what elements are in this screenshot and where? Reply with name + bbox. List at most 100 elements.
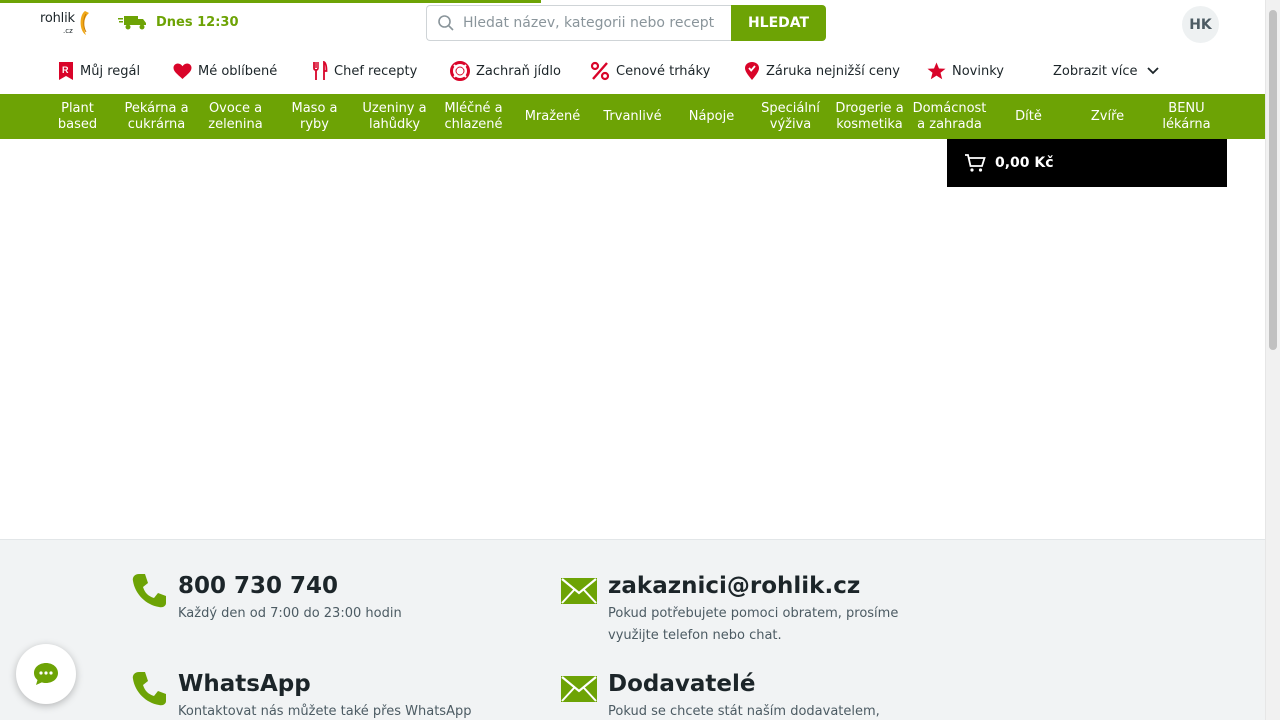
email-description: Pokud potřebujete pomoci obratem, prosím… [608, 606, 899, 643]
category-label-line1: Plant [61, 100, 94, 116]
category-label-line1: Trvanlivé [603, 108, 662, 124]
scrollbar-thumb[interactable] [1269, 10, 1277, 350]
category-drugstore[interactable]: Drogerie a kosmetika [830, 94, 909, 139]
cutlery-icon [313, 61, 328, 80]
phone-icon [132, 672, 166, 706]
category-child[interactable]: Dítě [989, 94, 1068, 139]
nav-label: Chef recepty [334, 63, 418, 79]
category-label-line2: based [57, 116, 98, 132]
email-address: zakaznici@rohlik.cz [608, 573, 861, 599]
category-drinks[interactable]: Nápoje [672, 94, 751, 139]
heart-icon [173, 63, 192, 79]
header: rohlik .cz Dnes 12:30 HLEDAT HK [0, 0, 1265, 48]
phone-icon [132, 574, 166, 608]
category-label-line1: BENU [1168, 100, 1205, 116]
nav-show-more[interactable]: Zobrazit více [1053, 56, 1160, 86]
category-special-nutrition[interactable]: Speciální výživa [751, 94, 830, 139]
delivery-time: Dnes 12:30 [156, 14, 239, 30]
pin-icon [745, 62, 759, 80]
nav-price-deals[interactable]: Cenové trháky [590, 56, 710, 86]
logo[interactable]: rohlik .cz [40, 11, 93, 36]
whatsapp-description: Kontaktovat nás můžete také přes WhatsAp… [178, 704, 472, 719]
search-box [426, 5, 732, 41]
nav-label: Záruka nejnižší ceny [766, 63, 900, 79]
category-label-line1: Uzeniny a [362, 100, 427, 116]
category-pharmacy[interactable]: BENU lékárna [1147, 94, 1226, 139]
nav-label: Mé oblíbené [198, 63, 278, 79]
category-label-line1: Speciální [761, 100, 820, 116]
category-home-garden[interactable]: Domácnost a zahrada [910, 94, 989, 139]
category-label-line1: Pekárna a [124, 100, 189, 116]
category-label-line2: cukrárna [127, 116, 186, 132]
nav-label: Zachraň jídlo [476, 63, 561, 79]
nav-label: Novinky [952, 63, 1004, 79]
category-bakery[interactable]: Pekárna a cukrárna [117, 94, 196, 139]
footer: 800 730 740 Každý den od 7:00 do 23:00 h… [0, 539, 1265, 720]
category-frozen[interactable]: Mražené [513, 94, 592, 139]
avatar[interactable]: HK [1182, 6, 1219, 43]
category-deli[interactable]: Uzeniny a lahůdky [355, 94, 434, 139]
nav-label: Můj regál [80, 63, 141, 79]
category-label-line2: ryby [300, 116, 329, 132]
nav-label: Cenové trháky [616, 63, 711, 79]
category-label-line2: výživa [769, 116, 812, 132]
logo-suffix: .cz [63, 27, 73, 35]
category-label-line2: chlazené [444, 116, 503, 132]
category-pets[interactable]: Zvíře [1068, 94, 1147, 139]
whatsapp-title: WhatsApp [178, 671, 311, 697]
suppliers-title: Dodavatelé [608, 671, 756, 697]
lifebuoy-icon [450, 61, 470, 81]
contact-whatsapp[interactable]: WhatsApp Kontaktovat nás můžete také pře… [130, 670, 488, 720]
nav-lowest-price[interactable]: Záruka nejnižší ceny [744, 56, 900, 86]
category-meat-fish[interactable]: Maso a ryby [275, 94, 354, 139]
delivery-slot[interactable]: Dnes 12:30 [118, 14, 239, 30]
contact-email[interactable]: zakaznici@rohlik.cz Pokud potřebujete po… [560, 572, 918, 647]
nav-news[interactable]: Novinky [927, 56, 1004, 86]
page-scrollbar[interactable] [1265, 0, 1280, 720]
nav-favorites[interactable]: Mé oblíbené [173, 56, 277, 86]
chat-button[interactable] [16, 644, 76, 704]
star-icon [927, 62, 946, 80]
category-label-line1: Maso a [291, 100, 338, 116]
contact-phone[interactable]: 800 730 740 Každý den od 7:00 do 23:00 h… [130, 572, 488, 625]
nav-my-shelf[interactable]: R Můj regál [58, 56, 140, 86]
search-input[interactable] [463, 15, 723, 31]
chevron-down-icon [1146, 67, 1159, 75]
nav-chef-recipes[interactable]: Chef recepty [312, 56, 417, 86]
category-label-line1: Dítě [1015, 108, 1042, 124]
nav-label: Zobrazit více [1053, 63, 1138, 79]
contact-suppliers[interactable]: Dodavatelé Pokud se chcete stát naším do… [560, 670, 918, 720]
category-label-line1: Ovoce a [208, 100, 263, 116]
search-icon [438, 15, 454, 31]
phone-number: 800 730 740 [178, 573, 339, 599]
category-label-line1: Domácnost [912, 100, 987, 116]
phone-hours: Každý den od 7:00 do 23:00 hodin [178, 606, 402, 621]
category-label-line2: lahůdky [368, 116, 421, 132]
cart-total: 0,00 Kč [995, 155, 1054, 171]
delivery-truck-icon [118, 16, 146, 30]
category-pantry[interactable]: Trvanlivé [593, 94, 672, 139]
nav-save-food[interactable]: Zachraň jídlo [450, 56, 561, 86]
category-label-line2: lékárna [1162, 116, 1211, 132]
category-label-line1: Zvíře [1090, 108, 1125, 124]
logo-text: rohlik [40, 11, 75, 26]
category-dairy[interactable]: Mléčné a chlazené [434, 94, 513, 139]
category-label-line1: Nápoje [688, 108, 735, 124]
search-button[interactable]: HLEDAT [731, 5, 826, 41]
svg-text:R: R [62, 65, 69, 75]
cart-button[interactable]: 0,00 Kč [947, 139, 1227, 187]
chat-icon [34, 663, 58, 685]
category-plant-based[interactable]: Plant based [38, 94, 117, 139]
category-bar: Plant based Pekárna a cukrárna Ovoce a zele… [0, 94, 1265, 139]
category-fruit-vegetables[interactable]: Ovoce a zelenina [196, 94, 275, 139]
regal-icon: R [59, 62, 73, 80]
category-label-line2: kosmetika [836, 116, 903, 132]
croissant-icon [80, 11, 89, 35]
percent-icon [590, 61, 610, 81]
category-label-line1: Mražené [524, 108, 581, 124]
mail-icon [561, 676, 597, 702]
category-label-line1: Drogerie a [835, 100, 904, 116]
suppliers-description: Pokud se chcete stát naším dodavatelem, … [608, 704, 880, 719]
category-label-line1: Mléčné a [444, 100, 503, 116]
secondary-nav: R Můj regál Mé oblíbené Chef recepty Zac… [0, 56, 1265, 86]
